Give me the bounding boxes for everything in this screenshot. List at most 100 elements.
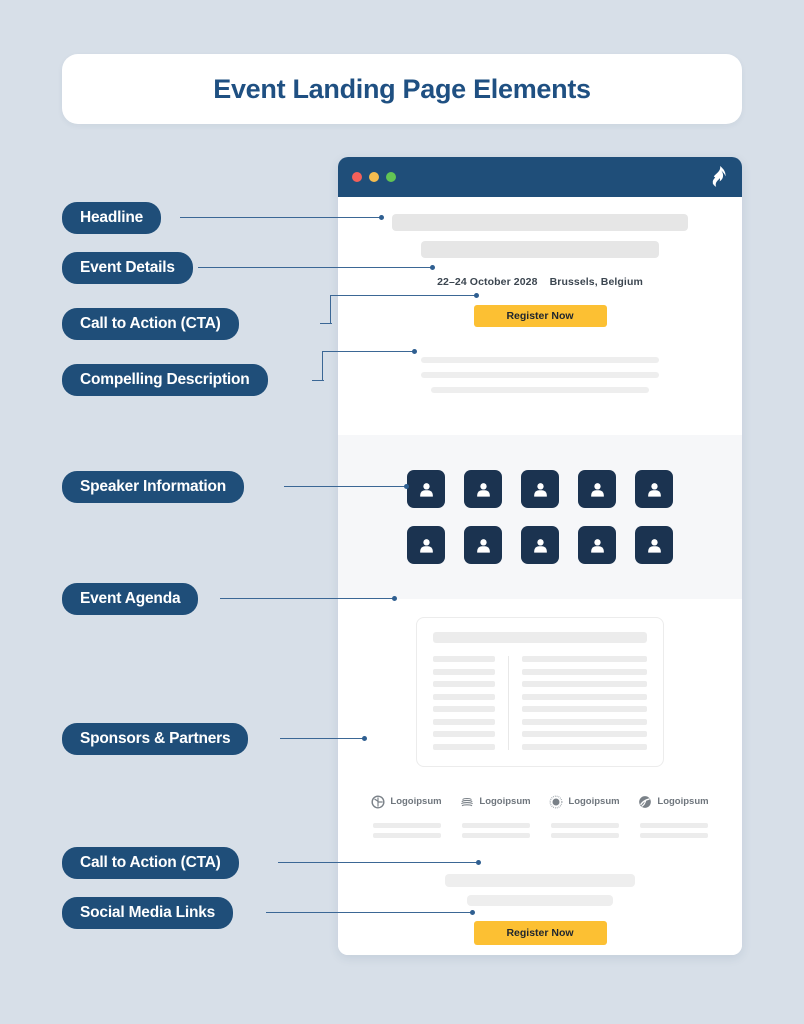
sponsor-name: Logoipsum [479,796,531,807]
connector-event-details [198,262,438,274]
sponsor-mark: Logoipsum [549,795,620,809]
speaker-row [338,526,742,564]
traffic-lights [352,172,396,182]
event-location: Brussels, Belgium [549,276,643,288]
swirl-circle-logo-icon [639,795,652,808]
maximize-green-icon[interactable] [386,172,396,182]
agenda-time-row [433,693,495,700]
agenda-time-row [433,743,495,750]
speakers-section [338,435,742,599]
agenda-detail-row [522,743,647,750]
sponsor-logo-row: Logoipsum Logoipsum Logoipsum Logoipsum [338,794,742,838]
sponsor-placeholder-bars [540,822,629,838]
flame-icon [708,166,728,188]
close-red-icon[interactable] [352,172,362,182]
agenda-body [433,656,647,750]
agenda-time-row [433,731,495,737]
sponsor-bar [372,832,441,838]
sponsor-mark: Logoipsum [638,795,709,809]
speaker-avatar[interactable] [521,526,559,564]
sponsor-bar [550,822,619,828]
footer-cta-wrap: Register Now [338,920,742,945]
connector-description [300,348,422,386]
minimize-yellow-icon[interactable] [369,172,379,182]
browser-mockup: 22–24 October 2028 Brussels, Belgium Reg… [338,157,742,955]
connector-agenda [220,593,400,605]
sponsor-item[interactable]: Logoipsum [362,794,451,838]
event-dates: 22–24 October 2028 [437,276,538,288]
connector-sponsors [280,733,372,745]
headline-placeholder [338,214,742,258]
speaker-avatar[interactable] [464,526,502,564]
page-title: Event Landing Page Elements [213,73,591,104]
agenda-section [338,599,742,789]
sponsor-placeholder-bars [629,822,718,838]
connector-social [266,907,480,919]
agenda-detail-row [522,718,647,725]
speaker-avatar[interactable] [407,526,445,564]
sponsor-bar [461,832,530,838]
sponsor-bar [372,822,441,828]
footer-bar-2 [467,894,613,906]
callout-social[interactable]: Social Media Links [62,897,234,929]
callout-speakers[interactable]: Speaker Information [62,471,245,503]
circle-arc-logo-icon [371,794,385,809]
agenda-time-row [433,668,495,675]
agenda-detail-column [522,656,647,750]
description-bar-3 [431,387,649,393]
callout-event-details[interactable]: Event Details [62,252,193,284]
agenda-detail-row [522,731,647,737]
sponsor-item[interactable]: Logoipsum [629,795,718,838]
callout-agenda[interactable]: Event Agenda [62,583,199,615]
sponsor-name: Logoipsum [568,796,620,807]
speaker-avatar[interactable] [464,470,502,508]
connector-speakers [284,481,414,493]
page-title-card: Event Landing Page Elements [62,54,742,124]
agenda-time-column [433,656,495,750]
sponsor-bar [639,832,708,838]
speaker-avatar[interactable] [578,526,616,564]
sponsor-placeholder-bars [362,822,451,838]
sponsor-item[interactable]: Logoipsum [540,795,629,838]
sponsor-mark: Logoipsum [371,794,442,809]
agenda-time-row [433,681,495,687]
agenda-detail-row [522,668,647,675]
description-bar-1 [421,357,659,363]
callout-headline[interactable]: Headline [62,202,162,234]
agenda-card [416,617,664,767]
callout-description[interactable]: Compelling Description [62,364,268,396]
agenda-detail-row [522,693,647,700]
sponsor-bar [639,822,708,828]
agenda-time-row [433,706,495,712]
agenda-time-row [433,718,495,725]
browser-title-bar [338,157,742,197]
callout-sponsors[interactable]: Sponsors & Partners [62,723,249,755]
agenda-detail-row [522,706,647,712]
agenda-time-row [433,656,495,662]
speaker-avatar[interactable] [635,470,673,508]
event-details: 22–24 October 2028 Brussels, Belgium [338,276,742,288]
sponsor-name: Logoipsum [390,796,442,807]
speaker-avatar[interactable] [521,470,559,508]
speaker-avatar[interactable] [578,470,616,508]
callout-cta-bottom[interactable]: Call to Action (CTA) [62,847,239,879]
sponsor-item[interactable]: Logoipsum [451,795,540,838]
register-now-button-top[interactable]: Register Now [473,305,607,327]
connector-cta-bottom [278,857,486,869]
agenda-detail-row [522,656,647,662]
dotted-ring-logo-icon [549,795,563,808]
description-bar-2 [421,372,659,378]
sponsors-section: Logoipsum Logoipsum Logoipsum Logoipsum [338,788,742,848]
connector-cta-top [258,292,480,330]
footer-bar-1 [445,873,635,887]
agenda-divider [508,656,509,750]
sponsor-name: Logoipsum [657,796,709,807]
callout-cta-top[interactable]: Call to Action (CTA) [62,308,239,340]
register-now-button-bottom[interactable]: Register Now [473,920,607,945]
sponsor-bar [550,832,619,838]
agenda-header-bar [433,632,647,643]
sponsor-placeholder-bars [451,822,540,838]
speaker-avatar[interactable] [635,526,673,564]
headline-bar-2 [421,241,659,258]
headline-bar-1 [392,214,688,231]
